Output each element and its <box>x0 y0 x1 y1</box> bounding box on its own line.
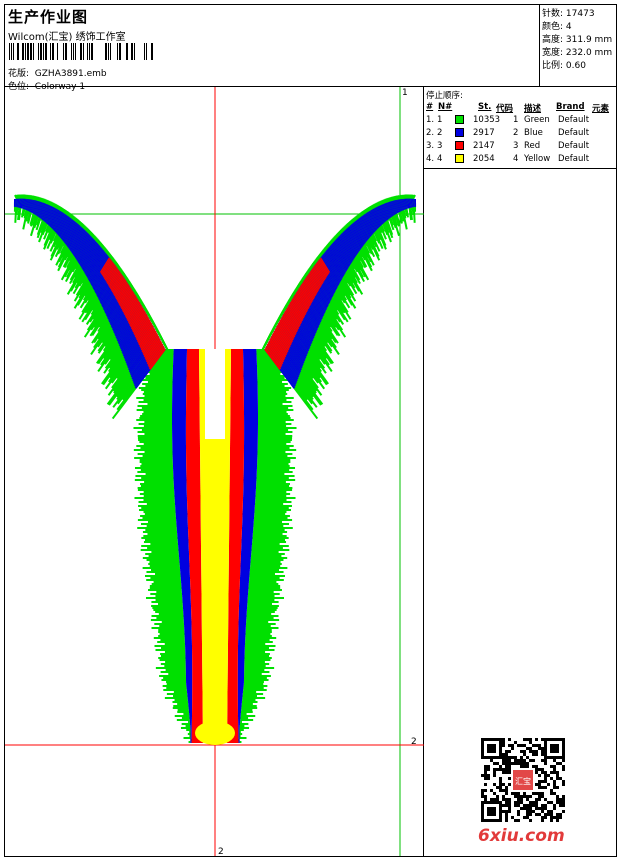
header-panel: 生产作业图 Wilcom(汇宝) 绣饰工作室 花版: GZHA3891.emb … <box>5 5 540 92</box>
sequence-row: 4. 4 2054 4 Yellow Default <box>426 154 590 164</box>
design-scale: 比例: 0.60 <box>542 61 586 71</box>
stop-sequence-title: 停止顺序: <box>426 91 463 101</box>
svg-text:汇宝: 汇宝 <box>515 776 531 786</box>
color-swatch <box>455 115 464 124</box>
watermark-logo: 6xiu.com <box>478 826 565 846</box>
embroidery-design <box>5 87 424 856</box>
software-subtitle: Wilcom(汇宝) 绣饰工作室 <box>8 32 126 43</box>
design-file-value: GZHA3891.emb <box>34 69 107 79</box>
sequence-row: 1. 1 10353 1 Green Default <box>426 115 590 125</box>
qr-code: 汇宝 <box>481 738 565 822</box>
color-swatch <box>455 141 464 150</box>
design-height: 高度: 311.9 mm <box>542 35 613 45</box>
guide-label-right: 2 <box>411 737 417 747</box>
design-name: 花版: GZHA3891.emb <box>8 69 107 79</box>
barcode-image <box>9 43 153 60</box>
color-count: 颜色: 4 <box>542 22 572 32</box>
stitch-count: 针数: 17473 <box>542 9 595 19</box>
design-width: 宽度: 232.0 mm <box>542 48 613 58</box>
guide-label-top: 1 <box>402 88 408 98</box>
page-title: 生产作业图 <box>8 8 89 26</box>
stop-sequence-panel: 停止顺序: # N# St. 代码 描述 Brand 元素 1. 1 10353 1 G… <box>424 87 616 169</box>
color-swatch <box>455 154 464 163</box>
color-swatch <box>455 128 464 137</box>
guide-label-bottom: 2 <box>218 847 224 857</box>
design-preview-canvas: 1 2 2 <box>5 87 424 857</box>
sequence-row: 2. 2 2917 2 Blue Default <box>426 128 590 138</box>
sequence-row: 3. 3 2147 3 Red Default <box>426 141 590 151</box>
stats-panel: 针数: 17473 颜色: 4 高度: 311.9 mm 宽度: 232.0 m… <box>540 5 616 87</box>
